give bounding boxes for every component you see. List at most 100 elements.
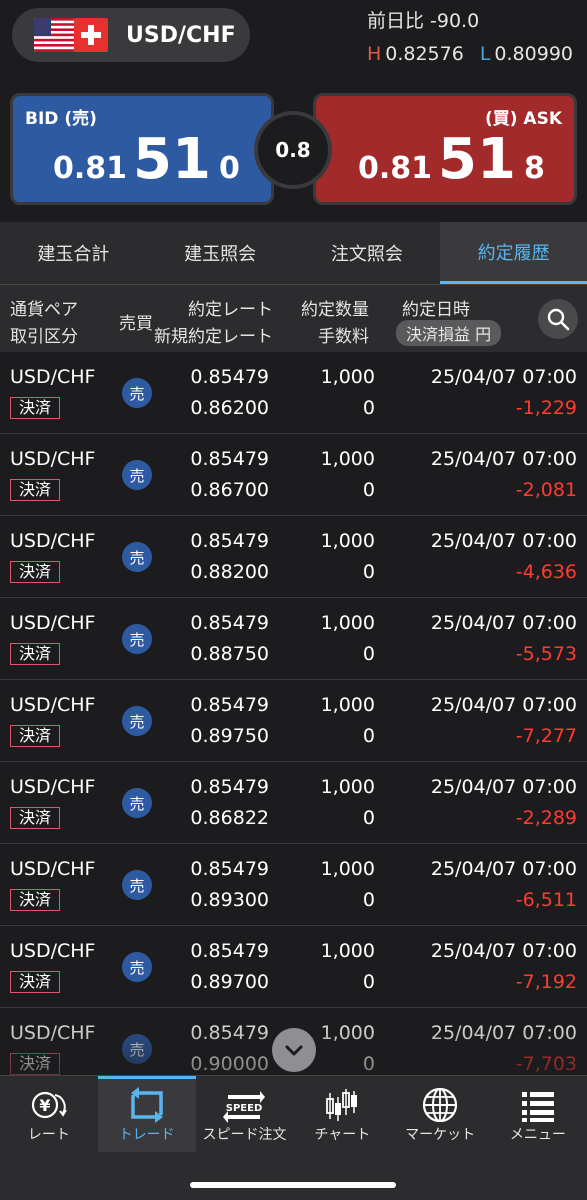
row-new-rate: 0.86822 <box>190 807 269 829</box>
col-rate: 約定レート <box>188 300 273 320</box>
row-fee: 0 <box>362 561 375 583</box>
ask-price-prefix: 0.81 <box>358 151 433 186</box>
table-row[interactable]: USD/CHF 決済 売 0.85479 0.86200 1,000 0 25/04/07 0… <box>0 352 587 434</box>
row-rate: 0.85479 <box>190 776 269 798</box>
row-side-badge: 売 <box>122 788 152 818</box>
nav-market-label: マーケット <box>405 1127 476 1143</box>
table-row[interactable]: USD/CHF 決済 売 0.85479 0.88200 1,000 0 25/04/07 0… <box>0 516 587 598</box>
tab-order-inquiry[interactable]: 注文照会 <box>294 222 441 284</box>
home-indicator[interactable] <box>190 1182 396 1188</box>
row-pl: -7,192 <box>515 971 577 993</box>
col-fee: 手数料 <box>318 327 369 347</box>
row-pl: -1,229 <box>515 397 577 419</box>
row-fee: 0 <box>362 479 375 501</box>
row-new-rate: 0.89700 <box>190 971 269 993</box>
table-row[interactable]: USD/CHF 決済 売 0.85479 0.88750 1,000 0 25/04/07 0… <box>0 598 587 680</box>
row-datetime: 25/04/07 07:00 <box>430 1022 577 1044</box>
high-stat: H 0.82576 <box>367 43 464 65</box>
search-button[interactable] <box>538 299 578 339</box>
row-new-rate: 0.90000 <box>190 1053 269 1075</box>
trade-tabs: 建玉合計 建玉照会 注文照会 約定履歴 <box>0 222 587 284</box>
row-kind-badge: 決済 <box>10 889 61 911</box>
row-pair: USD/CHF <box>10 448 96 470</box>
nav-market[interactable]: マーケット <box>391 1076 489 1152</box>
tab-position-summary[interactable]: 建玉合計 <box>0 222 147 284</box>
row-pl: -2,081 <box>515 479 577 501</box>
ask-button[interactable]: (買) ASK 0.81 51 8 <box>313 93 577 205</box>
col-side: 売買 <box>119 314 153 334</box>
row-rate: 0.85479 <box>190 366 269 388</box>
svg-text:¥: ¥ <box>39 1096 50 1115</box>
pair-name: USD/CHF <box>126 22 236 48</box>
nav-menu[interactable]: メニュー <box>489 1076 587 1152</box>
nav-chart[interactable]: チャート <box>293 1076 391 1152</box>
change-value: -90.0 <box>430 10 480 32</box>
ask-price: 0.81 51 8 <box>358 132 545 188</box>
low-value: 0.80990 <box>494 43 573 65</box>
pl-currency-toggle[interactable]: 決済損益 円 <box>396 320 502 346</box>
row-fee: 0 <box>362 725 375 747</box>
bid-price-big: 51 <box>133 127 211 192</box>
row-kind-badge: 決済 <box>10 561 61 583</box>
high-low: H 0.82576 L 0.80990 <box>367 43 573 65</box>
row-fee: 0 <box>362 889 375 911</box>
rate-header: USD/CHF 前日比 -90.0 H 0.82576 L 0.80990 BID … <box>0 0 587 222</box>
low-label: L <box>479 43 491 65</box>
trade-icon <box>127 1086 167 1124</box>
high-label: H <box>366 43 382 65</box>
row-kind-badge: 決済 <box>10 725 61 747</box>
rate-icon: ¥ <box>29 1086 69 1124</box>
row-new-rate: 0.88750 <box>190 643 269 665</box>
nav-trade[interactable]: トレード <box>97 1076 196 1152</box>
ask-price-big: 51 <box>438 127 516 192</box>
us-flag-icon <box>34 18 74 52</box>
row-side-badge: 売 <box>122 870 152 900</box>
execution-list[interactable]: USD/CHF 決済売 0.85479 0.86200 1,000 0 25/04/07 0… <box>0 352 587 1075</box>
table-row[interactable]: USD/CHF 決済 売 0.85479 0.89750 1,000 0 25/04/07 0… <box>0 680 587 762</box>
row-datetime: 25/04/07 07:00 <box>430 612 577 634</box>
chart-icon <box>322 1086 362 1124</box>
bid-button[interactable]: BID (売) 0.81 51 0 <box>10 93 274 205</box>
spread-badge: 0.8 <box>254 111 332 189</box>
row-pl: -7,277 <box>515 725 577 747</box>
tab-position-inquiry[interactable]: 建玉照会 <box>147 222 294 284</box>
nav-speed-order[interactable]: SPEED スピード注文 <box>196 1076 294 1152</box>
row-datetime: 25/04/07 07:00 <box>430 366 577 388</box>
row-qty: 1,000 <box>320 1022 375 1044</box>
change-label: 前日比 <box>366 10 424 32</box>
menu-icon <box>518 1086 558 1124</box>
row-datetime: 25/04/07 07:00 <box>430 530 577 552</box>
nav-rate[interactable]: ¥ レート <box>0 1076 98 1152</box>
currency-pair-selector[interactable]: USD/CHF <box>12 8 250 62</box>
row-qty: 1,000 <box>320 858 375 880</box>
row-datetime: 25/04/07 07:00 <box>430 694 577 716</box>
row-side-badge: 売 <box>122 1034 152 1064</box>
chevron-down-icon <box>285 1045 303 1056</box>
row-fee: 0 <box>362 643 375 665</box>
table-row[interactable]: USD/CHF 決済 売 0.85479 0.86700 1,000 0 25/04/07 0… <box>0 434 587 516</box>
scroll-down-button[interactable] <box>272 1028 316 1072</box>
row-side-badge: 売 <box>122 706 152 736</box>
nav-menu-label: メニュー <box>509 1127 566 1143</box>
table-row[interactable]: USD/CHF 決済 売 0.85479 0.86822 1,000 0 25/04/07 0… <box>0 762 587 844</box>
row-pl: -4,636 <box>515 561 577 583</box>
table-row[interactable]: USD/CHF 決済 売 0.85479 0.89700 1,000 0 25/04/07 0… <box>0 926 587 1008</box>
row-side-badge: 売 <box>122 952 152 982</box>
row-pair: USD/CHF <box>10 940 96 962</box>
bottom-nav: ¥ レート トレード SPEED スピード注文 チャート マーケット メニュー <box>0 1075 587 1200</box>
row-fee: 0 <box>362 1053 375 1075</box>
row-side-badge: 売 <box>122 624 152 654</box>
globe-icon <box>420 1086 460 1124</box>
row-pl: -5,573 <box>515 643 577 665</box>
row-kind-badge: 決済 <box>10 971 61 993</box>
row-rate: 0.85479 <box>190 940 269 962</box>
row-kind-badge: 決済 <box>10 807 61 829</box>
col-pair: 通貨ペア <box>10 300 78 320</box>
row-pair: USD/CHF <box>10 694 96 716</box>
row-datetime: 25/04/07 07:00 <box>430 858 577 880</box>
row-new-rate: 0.89750 <box>190 725 269 747</box>
tab-execution-history[interactable]: 約定履歴 <box>440 222 587 284</box>
currency-flags <box>34 18 108 52</box>
table-row[interactable]: USD/CHF 決済 売 0.85479 0.89300 1,000 0 25/04/07 0… <box>0 844 587 926</box>
col-kind: 取引区分 <box>10 327 78 347</box>
